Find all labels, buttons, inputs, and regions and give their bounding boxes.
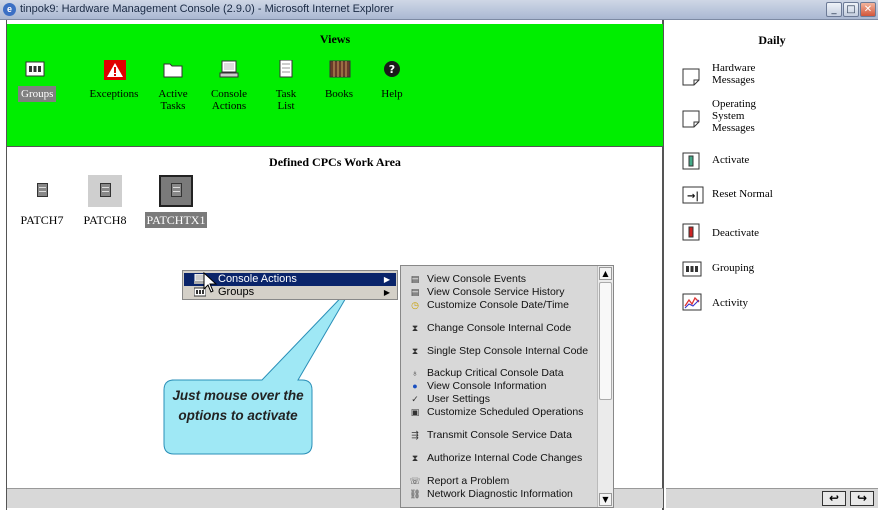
schedule-icon: ▣	[410, 407, 420, 417]
scroll-down-button[interactable]: ▼	[599, 493, 612, 506]
report-problem-icon: ☏	[409, 476, 421, 486]
network-icon: ⛓	[409, 489, 421, 499]
submenu-item-view-console-information[interactable]: ● View Console Information	[409, 381, 599, 392]
submenu-scrollbar[interactable]: ▲ ▼	[597, 266, 613, 507]
submenu-item-report-a-problem[interactable]: ☏ Report a Problem	[409, 476, 599, 487]
submenu-item-single-step-console-internal-code[interactable]: ⧗ Single Step Console Internal Code	[409, 346, 599, 357]
transmit-icon: ⇶	[411, 430, 419, 440]
submenu-item-view-console-events[interactable]: ▤ View Console Events	[409, 274, 599, 285]
console-actions-submenu: ▤ View Console Events ▤ View Console Servi…	[400, 265, 614, 508]
scroll-thumb[interactable]	[599, 282, 612, 400]
submenu-arrow-icon: ▶	[383, 288, 390, 297]
submenu-item-view-console-service-history[interactable]: ▤ View Console Service History	[409, 287, 599, 298]
submenu-arrow-icon: ▶	[383, 275, 390, 284]
submenu-item-user-settings[interactable]: ✓ User Settings	[409, 394, 599, 405]
submenu-item-authorize-internal-code-changes[interactable]: ⧗ Authorize Internal Code Changes	[409, 453, 599, 464]
submenu-item-network-diagnostic-information[interactable]: ⛓ Network Diagnostic Information	[409, 489, 599, 500]
history-icon: ▤	[410, 287, 420, 297]
mouse-cursor-icon	[203, 272, 218, 293]
authorize-icon: ⧗	[411, 453, 419, 463]
single-step-icon: ⧗	[411, 346, 419, 356]
submenu-item-customize-scheduled-operations[interactable]: ▣ Customize Scheduled Operations	[409, 407, 599, 418]
scroll-up-button[interactable]: ▲	[599, 267, 612, 280]
clock-icon: ◷	[411, 300, 419, 310]
submenu-item-backup-critical-console-data[interactable]: ♁ Backup Critical Console Data	[409, 368, 599, 379]
events-icon: ▤	[410, 274, 420, 284]
info-icon: ●	[412, 381, 418, 391]
user-settings-icon: ✓	[411, 394, 419, 404]
code-icon: ⧗	[411, 323, 419, 333]
submenu-item-change-console-internal-code[interactable]: ⧗ Change Console Internal Code	[409, 323, 599, 334]
submenu-item-customize-console-date-time[interactable]: ◷ Customize Console Date/Time	[409, 300, 599, 311]
backup-icon: ♁	[411, 368, 419, 378]
submenu-item-transmit-console-service-data[interactable]: ⇶ Transmit Console Service Data	[409, 430, 599, 441]
callout-text: Just mouse over the options to activate	[172, 388, 304, 423]
